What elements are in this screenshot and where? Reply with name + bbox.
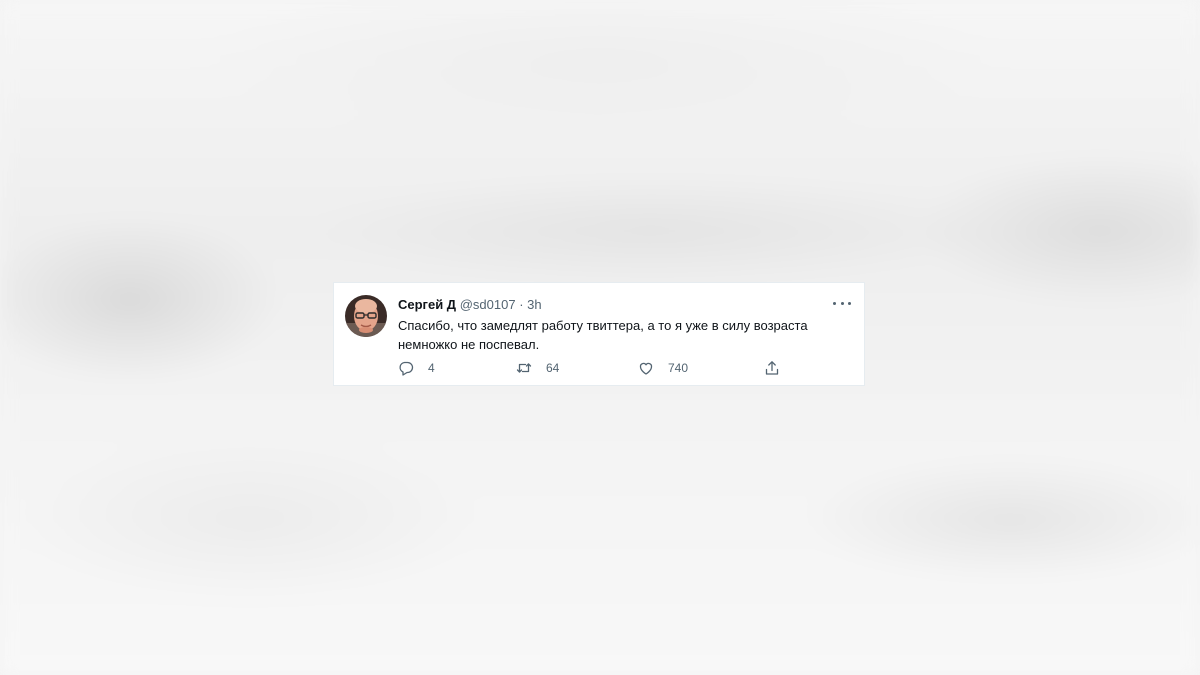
tweet-text: Спасибо, что замедлят работу твиттера, а… [398,316,858,354]
like-button[interactable]: 740 [638,358,688,378]
like-count: 740 [668,361,689,375]
retweet-icon [516,363,532,373]
person-photo-avatar-icon [345,295,387,337]
avatar[interactable] [345,295,387,337]
author-name[interactable]: Сергей Д [398,297,456,312]
more-dots-icon[interactable] [833,295,851,311]
tweet-time[interactable]: 3h [527,297,541,312]
tweet-card[interactable]: Сергей Д @sd0107 · 3h Спасибо, что замед… [333,282,865,386]
tweet-text-line: немножко не поспевал. [398,337,540,352]
author-handle[interactable]: @sd0107 [460,297,516,312]
reply-button[interactable]: 4 [398,358,435,378]
heart-icon [639,362,653,375]
reply-count: 4 [428,361,435,375]
share-icon [765,361,779,375]
retweet-button[interactable]: 64 [516,358,559,378]
tweet-header: Сергей Д @sd0107 · 3h [398,296,542,313]
retweet-count: 64 [546,361,560,375]
share-button[interactable] [764,358,780,378]
tweet-text-line: Спасибо, что замедлят работу твиттера, а… [398,318,808,333]
tweet-actions: 4 64 740 [398,358,798,378]
reply-bubble-icon [399,361,414,376]
header-separator: · [519,297,524,312]
